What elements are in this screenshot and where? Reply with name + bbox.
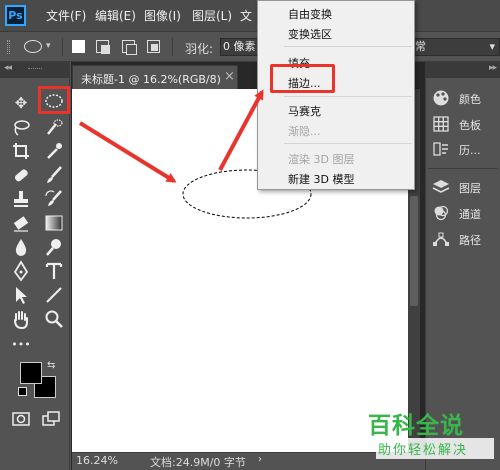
eyedropper-tool-icon[interactable] [43,140,65,162]
panel-label: 路径 [459,234,481,247]
screen-mode-icon[interactable] [40,408,62,430]
watermark-title: 百科全说 [368,413,464,439]
panel-button-paths[interactable]: 路径 [432,228,500,250]
menu-item-transform-selection[interactable]: 变换选区 [288,26,332,42]
tool-preset-chevron-down-icon[interactable]: ▾ [46,41,51,51]
feather-label: 羽化: [185,42,214,56]
marquee-tool-highlight [38,86,70,114]
menu-image[interactable]: 图像(I) [144,7,181,24]
panel-label: 历... [459,144,481,157]
options-bar: ▾ 羽化: 0 像素 常 [0,32,500,62]
hand-tool-icon[interactable] [10,308,32,330]
foreground-color-swatch[interactable] [20,362,42,384]
menu-edit[interactable]: 编辑(E) [95,7,136,24]
tool-preset-ellipse-icon[interactable] [24,40,42,53]
healing-brush-tool-icon[interactable] [10,164,32,186]
dodge-tool-icon[interactable] [43,236,65,258]
menu-item-free-transform[interactable]: 自由变换 [288,6,332,22]
pen-tool-icon[interactable] [10,260,32,282]
gradient-tool-icon[interactable] [43,212,65,234]
panel-label: 图层 [459,182,481,195]
palette-icon [432,89,450,107]
panel-label: 通道 [459,208,481,221]
watermark-subtitle: 助你轻松解决 [376,438,494,459]
type-tool-icon[interactable] [43,260,65,282]
document-tab-title: 未标题-1 @ 16.2%(RGB/8) [81,73,221,86]
panel-dock-header[interactable]: ▸▸ [425,62,500,78]
move-tool-icon[interactable]: ✥ [10,92,32,114]
options-divider [172,38,173,56]
quick-mask-icon[interactable] [10,408,32,430]
line-tool-icon[interactable] [43,284,65,306]
lasso-tool-icon[interactable] [10,116,32,138]
menu-item-mosaic[interactable]: 马赛克 [288,103,321,119]
swap-colors-icon[interactable]: ⇆ [47,360,55,371]
menu-file[interactable]: 文件(F) [46,7,86,24]
channels-icon [432,204,450,222]
photoshop-logo-icon: Ps [5,5,26,26]
quick-selection-tool-icon[interactable] [43,116,65,138]
menu-item-fade: 渐隐... [288,125,321,138]
options-divider [62,38,63,56]
eraser-tool-icon[interactable] [10,212,32,234]
menu-type[interactable]: 文 [240,7,252,24]
watermark: 百科全说 助你轻松解决 [368,406,496,462]
expand-chevrons-icon[interactable]: ▸▸ [489,63,497,73]
panel-label: 色板 [459,119,481,132]
document-info: 文档:24.9M/0 字节 [150,456,246,469]
panel-button-color[interactable]: 颜色 [432,87,500,109]
swatches-grid-icon [432,115,450,133]
document-tab[interactable]: 未标题-1 @ 16.2%(RGB/8) × [72,65,238,89]
intersect-selection-button[interactable] [147,40,160,53]
panel-divider [428,168,498,169]
brush-tool-icon[interactable] [43,164,65,186]
add-to-selection-button[interactable] [96,40,110,54]
edit-context-menu: 自由变换 变换选区 填充... 描边... 马赛克 渐隐... 渲染 3D 图层… [257,0,415,190]
path-selection-tool-icon[interactable] [10,284,32,306]
menu-separator [284,96,412,97]
panel-button-swatches[interactable]: 色板 [432,113,500,135]
zoom-tool-icon[interactable] [43,308,65,330]
menu-item-render-3d-layer: 渲染 3D 图层 [288,153,355,166]
style-select[interactable]: 常 [410,38,500,56]
menu-layer[interactable]: 图层(L) [192,7,232,24]
history-brush-tool-icon[interactable] [43,188,65,210]
status-menu-chevron-icon[interactable]: › [258,454,262,465]
clone-stamp-tool-icon[interactable] [10,188,32,210]
default-colors-icon[interactable] [18,387,27,396]
collapse-chevrons-icon[interactable]: ◂◂ [4,63,12,73]
menu-separator [284,143,412,144]
feather-input[interactable]: 0 像素 [220,38,258,56]
paths-icon [432,230,450,248]
subtract-from-selection-button[interactable] [122,40,137,55]
new-selection-button[interactable] [72,40,85,53]
panel-button-layers[interactable]: 图层 [432,176,500,198]
menu-separator [284,46,412,47]
stroke-item-highlight [270,64,335,93]
panel-button-history[interactable]: 历... [432,138,500,160]
crop-tool-icon[interactable] [10,140,32,162]
close-icon[interactable]: × [224,69,235,84]
panel-label: 颜色 [459,93,481,106]
menu-bar: Ps 文件(F) 编辑(E) 图像(I) 图层(L) 文 [0,0,500,32]
history-icon [432,140,450,158]
toolbar-header[interactable]: ◂◂ [0,62,70,78]
panel-button-channels[interactable]: 通道 [432,202,500,224]
vertical-scrollbar-thumb[interactable] [410,196,418,306]
options-grip-icon[interactable] [7,40,10,54]
menu-item-new-3d-model[interactable]: 新建 3D 模型 [288,171,354,187]
more-tools-icon[interactable]: ••• [10,334,32,356]
zoom-level-field[interactable]: 16.24% [76,454,118,467]
blur-tool-icon[interactable] [10,236,32,258]
layers-icon [432,178,450,196]
